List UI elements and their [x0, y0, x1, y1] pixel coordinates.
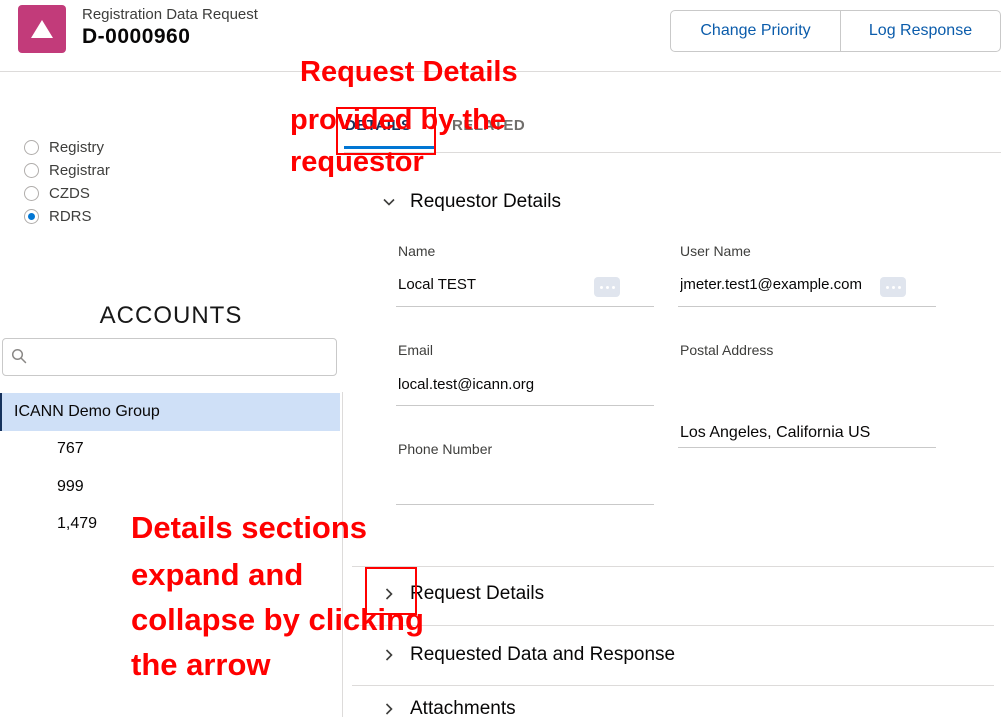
field-underline	[678, 306, 936, 307]
accounts-heading: ACCOUNTS	[99, 302, 243, 329]
radio-button[interactable]	[24, 186, 39, 201]
field-underline	[678, 447, 936, 448]
annotation-text: Details sections	[131, 510, 368, 545]
field-value-postal-address: Los Angeles, California US	[680, 424, 871, 441]
radio-label: Registry	[49, 139, 105, 156]
annotation-text: the arrow	[131, 647, 271, 682]
radio-label: RDRS	[49, 208, 92, 225]
annotation-text: collapse by clicking	[131, 602, 424, 637]
radio-option-czds[interactable]: CZDS	[24, 182, 110, 205]
account-item[interactable]: 999	[57, 478, 84, 496]
record-number: D-0000960	[82, 25, 191, 48]
section-divider	[352, 625, 994, 626]
change-priority-button[interactable]: Change Priority	[670, 10, 841, 52]
radio-label: CZDS	[49, 185, 90, 202]
account-item-selected[interactable]: ICANN Demo Group	[0, 393, 340, 431]
radio-label: Registrar	[49, 162, 110, 179]
more-actions-icon[interactable]	[880, 277, 906, 297]
annotation-text: requestor	[290, 146, 424, 178]
section-title: Requested Data and Response	[410, 644, 676, 665]
radio-option-registry[interactable]: Registry	[24, 136, 110, 159]
annotation-text: expand and	[131, 557, 304, 592]
record-type-icon	[18, 5, 66, 53]
field-value-user-name: jmeter.test1@example.com	[680, 276, 862, 293]
column-divider	[342, 392, 343, 717]
source-radio-group: Registry Registrar CZDS RDRS	[24, 136, 110, 228]
search-icon	[11, 348, 27, 364]
account-item[interactable]: 1,479	[57, 515, 97, 533]
section-divider	[352, 685, 994, 686]
chevron-down-icon[interactable]	[382, 195, 396, 209]
account-item[interactable]: 767	[57, 440, 84, 458]
field-underline	[396, 504, 654, 505]
header-actions: Change Priority Log Response	[670, 10, 1001, 52]
chevron-right-icon[interactable]	[382, 702, 396, 716]
radio-option-registrar[interactable]: Registrar	[24, 159, 110, 182]
section-title: Requestor Details	[410, 191, 562, 212]
section-toggle-requestor[interactable]: Requestor Details	[382, 191, 561, 213]
radio-option-rdrs[interactable]: RDRS	[24, 205, 110, 228]
field-underline	[396, 405, 654, 406]
annotation-text: Request Details	[300, 56, 518, 88]
section-toggle-requested-data[interactable]: Requested Data and Response	[382, 644, 675, 666]
triangle-icon	[31, 20, 53, 38]
field-label-user-name: User Name	[680, 243, 751, 259]
field-label-postal-address: Postal Address	[680, 342, 774, 358]
log-response-button[interactable]: Log Response	[841, 10, 1001, 52]
radio-button[interactable]	[24, 140, 39, 155]
field-label-email: Email	[398, 342, 434, 358]
section-title: Request Details	[410, 583, 545, 604]
field-value-email: local.test@icann.org	[398, 376, 535, 393]
radio-button[interactable]	[24, 163, 39, 178]
chevron-right-icon[interactable]	[382, 648, 396, 662]
account-search	[2, 338, 337, 377]
annotation-text: provided by the	[290, 104, 506, 136]
tab-divider	[344, 152, 1001, 153]
field-label-phone-number: Phone Number	[398, 441, 493, 457]
record-type-label: Registration Data Request	[82, 6, 258, 23]
section-divider	[352, 566, 994, 567]
field-underline	[396, 306, 654, 307]
field-label-name: Name	[398, 243, 436, 259]
field-value-name: Local TEST	[398, 276, 477, 293]
radio-button-selected[interactable]	[24, 209, 39, 224]
more-actions-icon[interactable]	[594, 277, 620, 297]
account-search-input[interactable]	[33, 339, 332, 377]
